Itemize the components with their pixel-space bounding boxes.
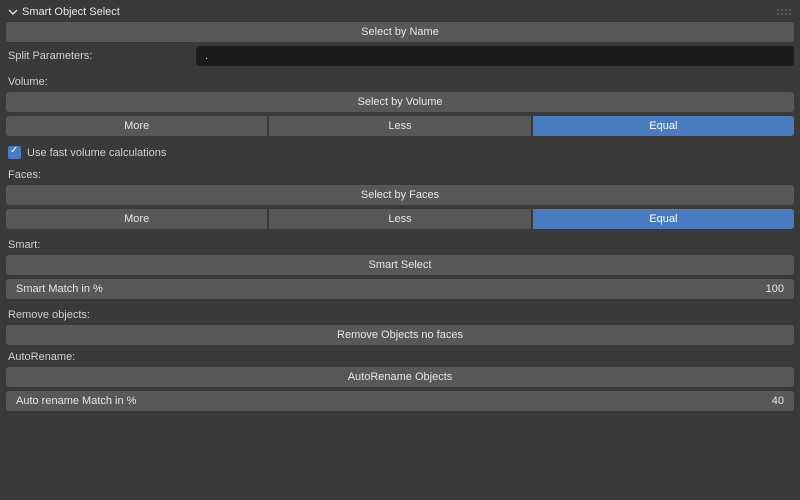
smart-label: Smart:: [6, 237, 794, 255]
faces-label: Faces:: [6, 167, 794, 185]
faces-less-button[interactable]: Less: [269, 209, 530, 229]
autorename-match-field[interactable]: Auto rename Match in % 40: [6, 391, 794, 411]
faces-equal-button[interactable]: Equal: [533, 209, 794, 229]
split-parameters-input[interactable]: [196, 46, 794, 66]
autorename-match-value: 40: [772, 395, 784, 407]
panel-header[interactable]: Smart Object Select: [6, 0, 794, 22]
select-by-volume-button[interactable]: Select by Volume: [6, 92, 794, 112]
select-by-name-button[interactable]: Select by Name: [6, 22, 794, 42]
fast-volume-checkbox[interactable]: [8, 146, 21, 159]
split-parameters-label: Split Parameters:: [6, 50, 196, 62]
smart-match-label: Smart Match in %: [16, 283, 103, 295]
grip-icon: [776, 8, 792, 16]
remove-objects-button[interactable]: Remove Objects no faces: [6, 325, 794, 345]
chevron-down-icon: [8, 7, 18, 17]
autorename-match-label: Auto rename Match in %: [16, 395, 136, 407]
smart-match-value: 100: [766, 283, 784, 295]
autorename-label: AutoRename:: [6, 349, 794, 367]
smart-match-field[interactable]: Smart Match in % 100: [6, 279, 794, 299]
autorename-objects-button[interactable]: AutoRename Objects: [6, 367, 794, 387]
fast-volume-label: Use fast volume calculations: [27, 147, 166, 159]
volume-label: Volume:: [6, 74, 794, 92]
faces-mode-segmented: More Less Equal: [6, 209, 794, 229]
remove-objects-label: Remove objects:: [6, 307, 794, 325]
faces-more-button[interactable]: More: [6, 209, 267, 229]
volume-more-button[interactable]: More: [6, 116, 267, 136]
select-by-faces-button[interactable]: Select by Faces: [6, 185, 794, 205]
smart-select-button[interactable]: Smart Select: [6, 255, 794, 275]
volume-less-button[interactable]: Less: [269, 116, 530, 136]
volume-mode-segmented: More Less Equal: [6, 116, 794, 136]
volume-equal-button[interactable]: Equal: [533, 116, 794, 136]
panel-title: Smart Object Select: [22, 6, 120, 18]
